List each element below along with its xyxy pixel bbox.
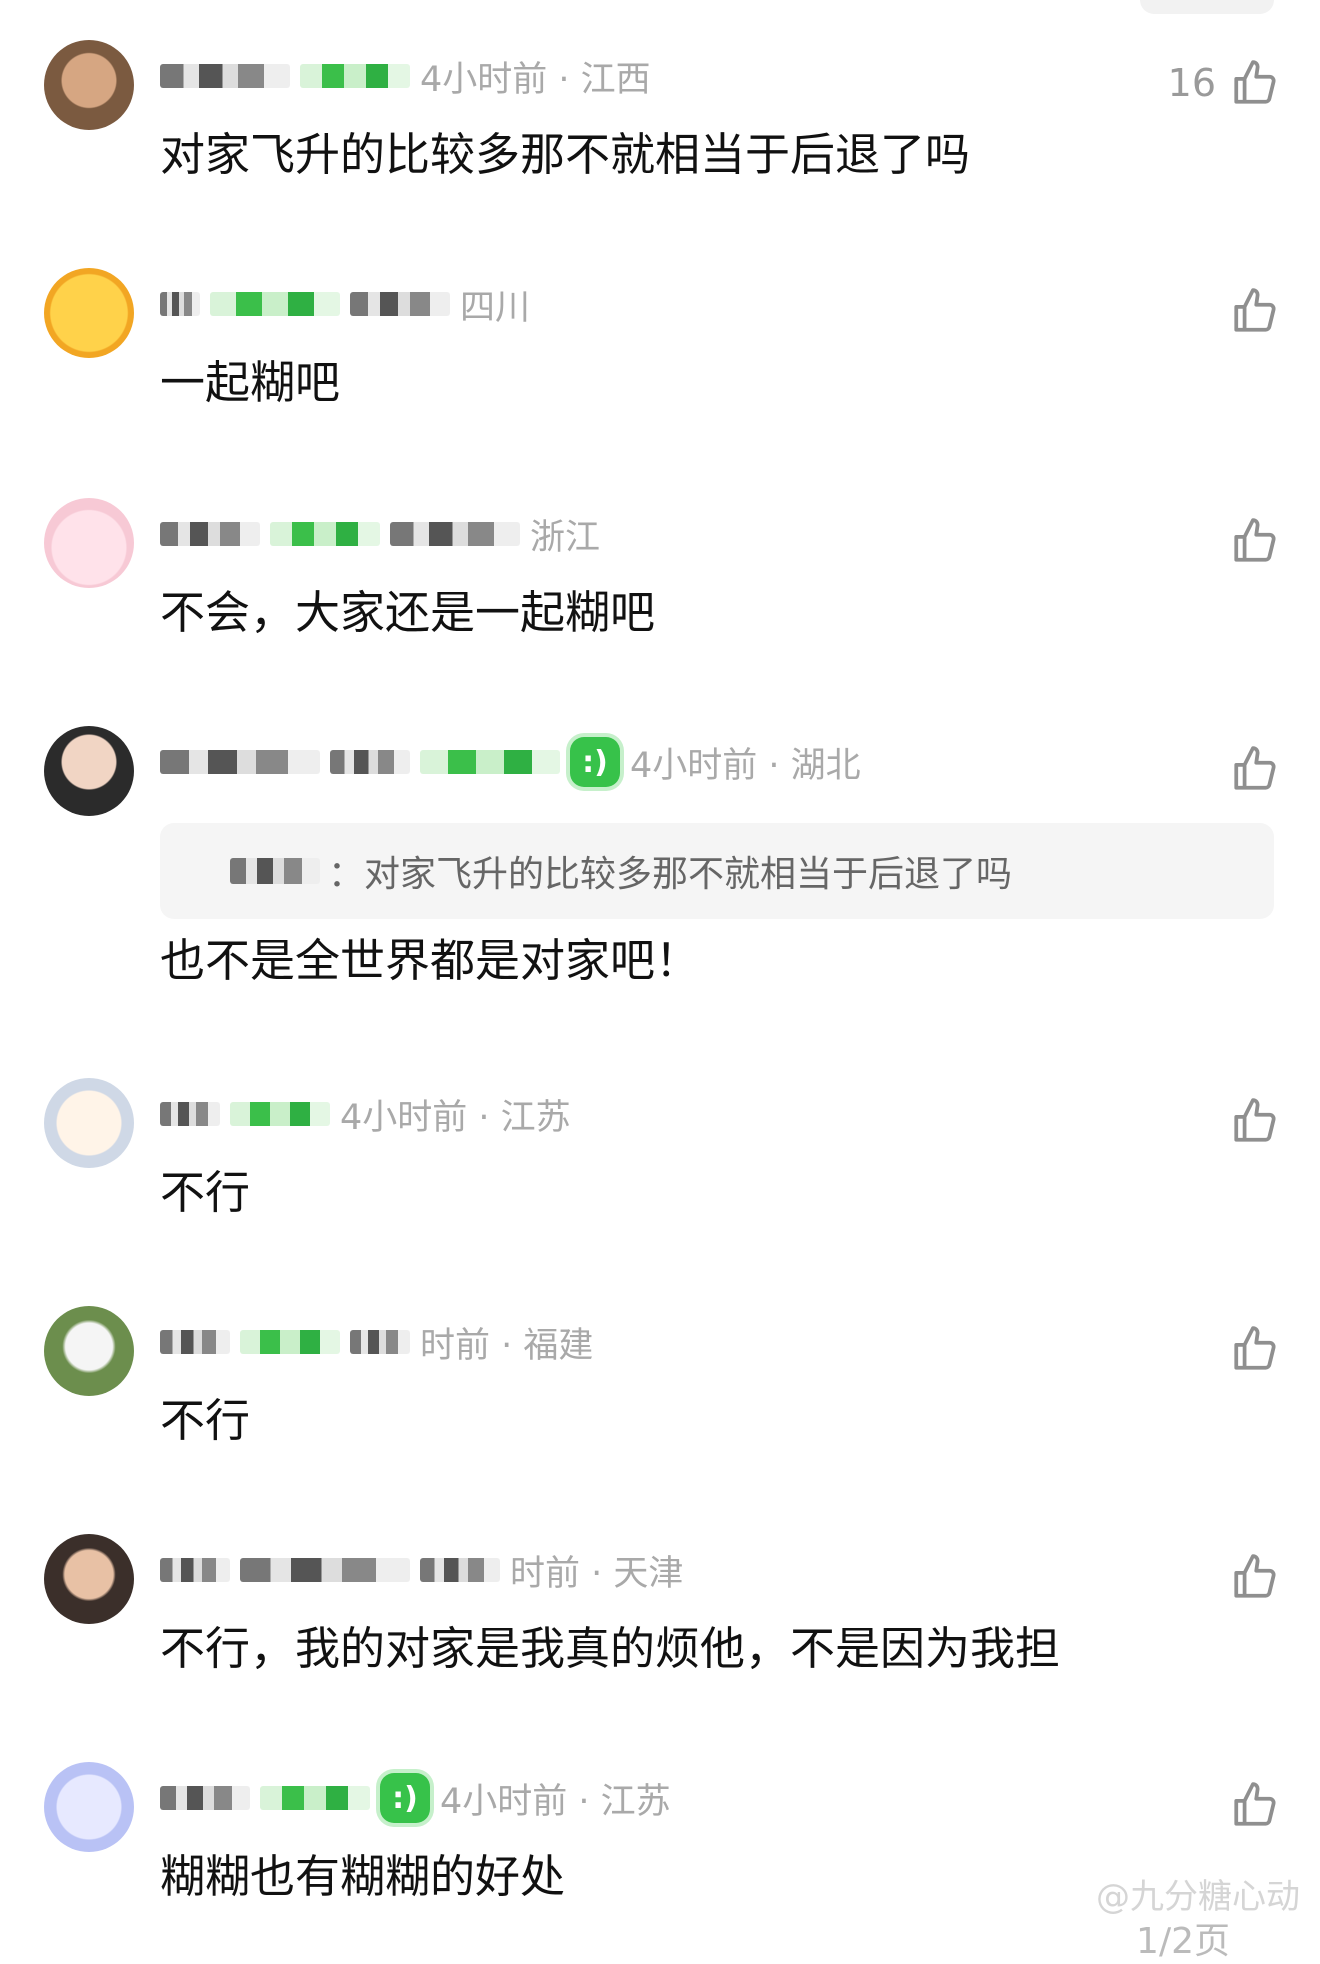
time-location: 4小时前 · 江苏	[340, 1097, 571, 1138]
username-blurred[interactable]	[160, 292, 200, 316]
avatar[interactable]	[44, 726, 134, 816]
time-blurred	[390, 522, 520, 546]
thumbs-up-icon	[1234, 518, 1276, 562]
username-blurred-2	[330, 750, 410, 774]
weibo-watermark: @九分糖心动	[1096, 1877, 1300, 1917]
time-blurred	[420, 1558, 500, 1582]
comment-meta: 浙江	[160, 512, 600, 558]
avatar[interactable]	[44, 40, 134, 130]
user-badge-blurred	[270, 522, 380, 546]
time-blurred	[350, 292, 450, 316]
quoted-reply[interactable]: ：对家飞升的比较多那不就相当于后退了吗	[160, 823, 1274, 919]
user-badge-blurred	[230, 1102, 330, 1126]
time-blurred	[350, 1330, 410, 1354]
avatar[interactable]	[44, 1078, 134, 1168]
comment-text: 也不是全世界都是对家吧！	[160, 934, 701, 987]
avatar[interactable]	[44, 1534, 134, 1624]
like-button[interactable]	[1230, 286, 1280, 336]
username-blurred[interactable]	[160, 1558, 230, 1582]
like-button[interactable]	[1230, 1780, 1280, 1830]
like-button[interactable]	[1230, 1552, 1280, 1602]
smile-badge-icon: :)	[380, 1773, 430, 1823]
time-location: 时前 · 福建	[420, 1325, 594, 1366]
avatar[interactable]	[44, 268, 134, 358]
comment-meta: 四川	[160, 282, 530, 328]
time-location: 浙江	[530, 517, 601, 558]
smile-badge-icon: :)	[570, 737, 620, 787]
time-location: 4小时前 · 湖北	[630, 745, 861, 786]
thumbs-up-icon	[1234, 1554, 1276, 1598]
user-badge-blurred	[420, 750, 560, 774]
like-button[interactable]	[1230, 1324, 1280, 1374]
user-badge-blurred	[260, 1786, 370, 1810]
comment-text: 不会，大家还是一起糊吧	[160, 586, 656, 639]
time-location: 4小时前 · 江苏	[440, 1781, 671, 1822]
comment-meta: 4小时前 · 江苏	[160, 1092, 571, 1138]
top-tab	[1140, 0, 1274, 14]
comment-text: 不行	[160, 1394, 251, 1447]
thumbs-up-icon	[1234, 1098, 1276, 1142]
comment-meta: 时前 · 天津	[160, 1548, 683, 1594]
username-blurred[interactable]	[160, 522, 260, 546]
avatar[interactable]	[44, 498, 134, 588]
username-blurred[interactable]	[160, 1330, 230, 1354]
comment-text: 对家飞升的比较多那不就相当于后退了吗	[160, 128, 971, 181]
user-badge-blurred	[240, 1330, 340, 1354]
username-blurred[interactable]	[160, 64, 290, 88]
thumbs-up-icon	[1234, 60, 1276, 104]
username-blurred-2	[240, 1558, 410, 1582]
thumbs-up-icon	[1234, 1782, 1276, 1826]
username-blurred[interactable]	[160, 1102, 220, 1126]
comment-meta: 时前 · 福建	[160, 1320, 593, 1366]
comment-meta: :) 4小时前 · 江苏	[160, 1773, 671, 1823]
thumbs-up-icon	[1234, 1326, 1276, 1370]
time-location: 四川	[460, 287, 531, 328]
comment-meta: :) 4小时前 · 湖北	[160, 737, 861, 787]
username-blurred[interactable]	[160, 1786, 250, 1810]
user-badge-blurred	[210, 292, 340, 316]
like-button[interactable]: 16	[1168, 58, 1280, 108]
like-button[interactable]	[1230, 1096, 1280, 1146]
time-location: 4小时前 · 江西	[420, 59, 651, 100]
username-blurred[interactable]	[160, 750, 320, 774]
like-button[interactable]	[1230, 744, 1280, 794]
avatar[interactable]	[44, 1762, 134, 1852]
comment-text: 糊糊也有糊糊的好处	[160, 1850, 566, 1903]
thumbs-up-icon	[1234, 746, 1276, 790]
page-indicator: 1/2页	[1136, 1921, 1230, 1962]
like-count: 16	[1167, 61, 1216, 105]
user-badge-blurred	[300, 64, 410, 88]
thumbs-up-icon	[1234, 288, 1276, 332]
comment-text: 不行	[160, 1166, 251, 1219]
quoted-username-blurred	[230, 858, 320, 884]
quoted-text: ：对家飞升的比较多那不就相当于后退了吗	[328, 854, 1013, 895]
comment-text: 一起糊吧	[160, 356, 341, 409]
time-location: 时前 · 天津	[510, 1553, 684, 1594]
comment-meta: 4小时前 · 江西	[160, 54, 651, 100]
comment-text: 不行，我的对家是我真的烦他，不是因为我担	[160, 1622, 1061, 1675]
avatar[interactable]	[44, 1306, 134, 1396]
like-button[interactable]	[1230, 516, 1280, 566]
